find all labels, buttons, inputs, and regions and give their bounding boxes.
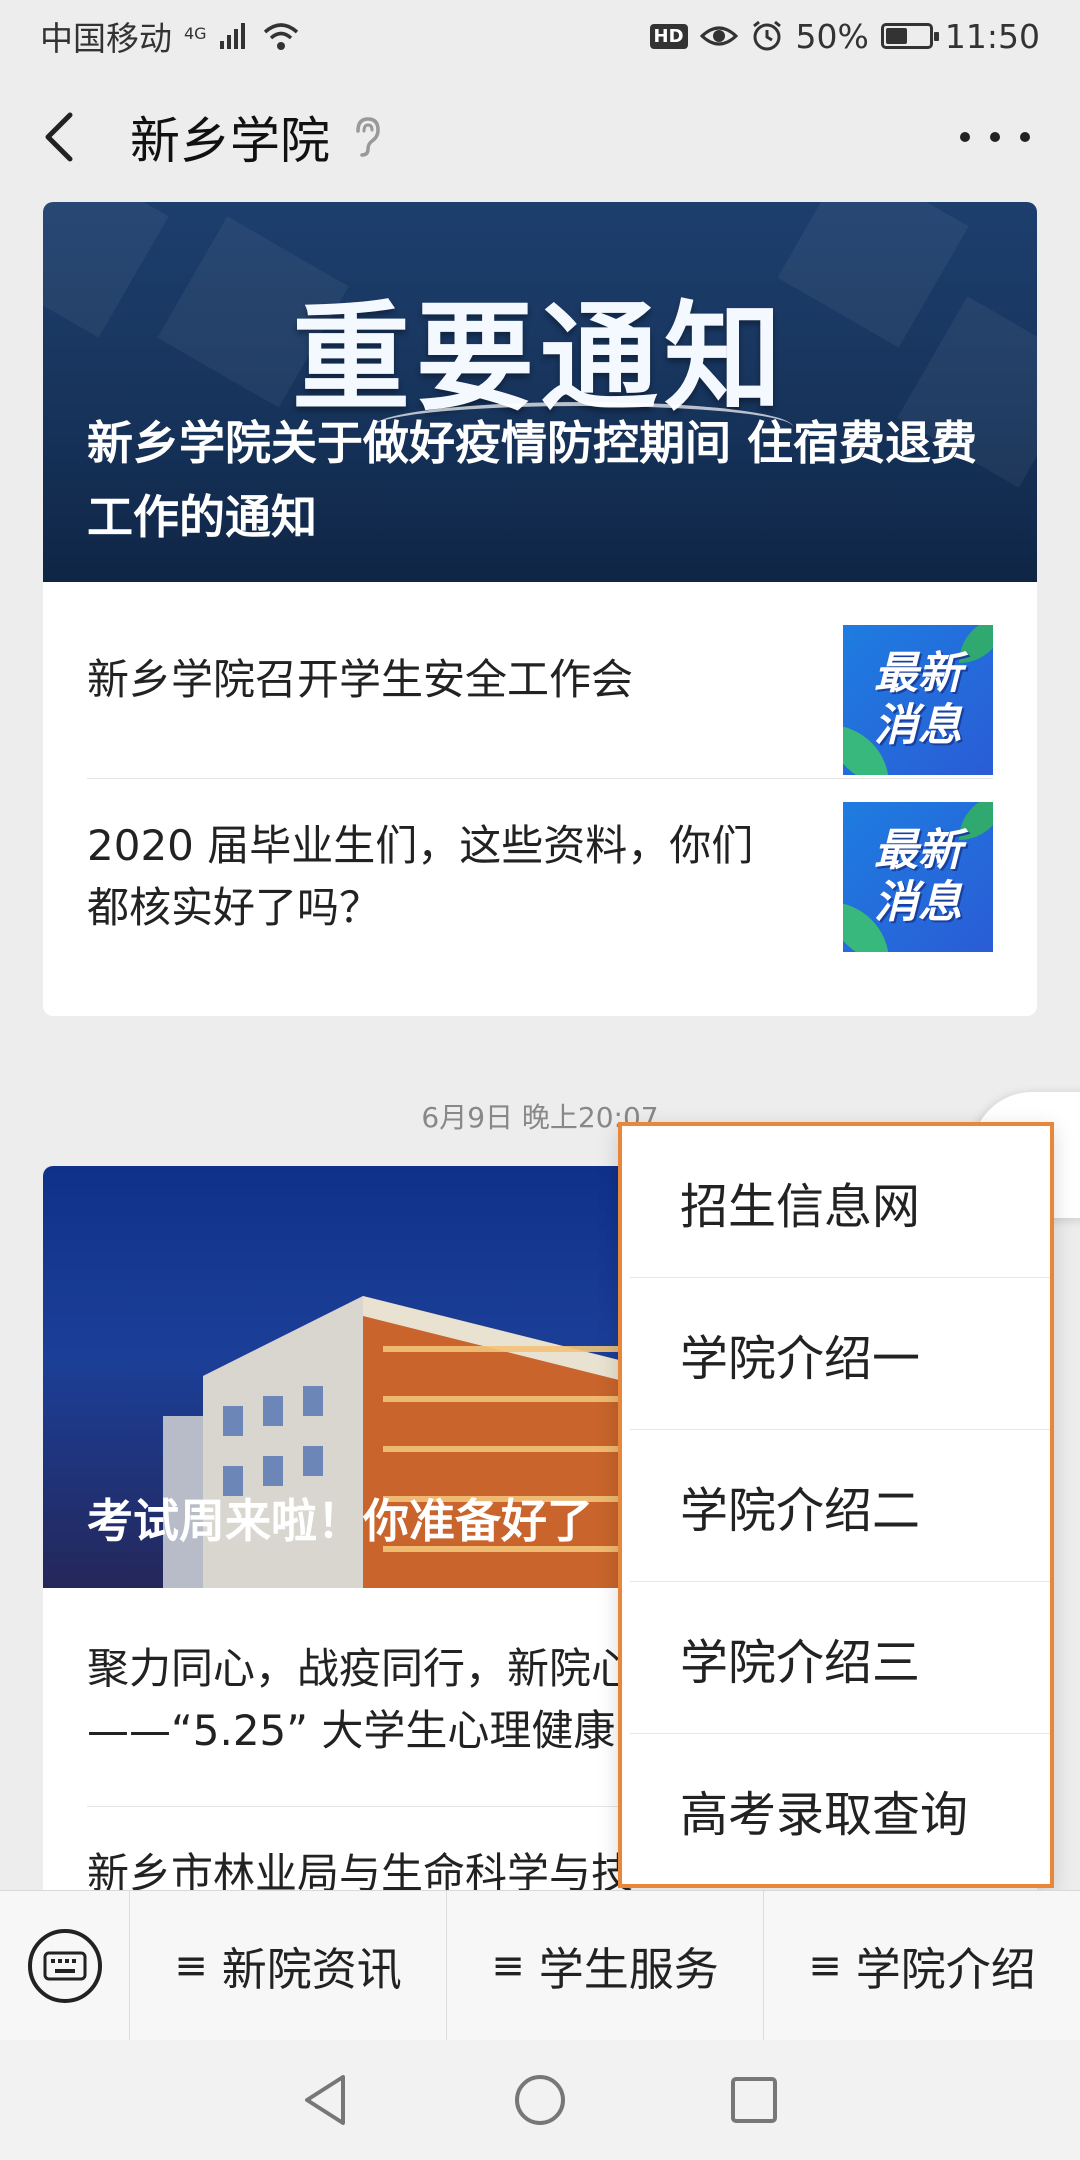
submenu-popup: 招生信息网 学院介绍一 学院介绍二 学院介绍三 高考录取查询: [618, 1122, 1054, 1888]
menu-tab-news[interactable]: ≡ 新院资讯: [130, 1891, 447, 2040]
recents-square-icon[interactable]: [729, 2075, 779, 2125]
eye-icon: [699, 26, 738, 46]
menu-lines-icon: ≡: [174, 1942, 208, 1989]
wifi-icon: [263, 23, 298, 50]
menu-tab-college-intro[interactable]: ≡ 学院介绍: [764, 1891, 1080, 2040]
back-triangle-icon[interactable]: [301, 2073, 351, 2127]
battery-icon: [880, 23, 939, 49]
article-banner[interactable]: 重要通知 新乡学院关于做好疫情防控期间 住宿费退费工作的通知: [43, 202, 1037, 582]
keyboard-icon: [27, 1928, 102, 2003]
article-thumbnail: 最新消息: [843, 802, 993, 952]
system-navigation-bar: [0, 2040, 1080, 2160]
menu-lines-icon: ≡: [808, 1942, 842, 1989]
nav-bar: 新乡学院: [0, 72, 1080, 202]
page-title: 新乡学院: [130, 112, 330, 170]
menu-tab-student-services[interactable]: ≡ 学生服务: [447, 1891, 764, 2040]
list-item[interactable]: 新乡学院召开学生安全工作会 最新消息: [87, 582, 993, 778]
signal-icon: [219, 23, 245, 49]
article-card: 重要通知 新乡学院关于做好疫情防控期间 住宿费退费工作的通知 新乡学院召开学生安…: [43, 202, 1037, 1016]
article-title: 新乡学院召开学生安全工作会: [87, 655, 634, 704]
menu-tab-label: 新院资讯: [221, 1943, 402, 1996]
more-options-icon[interactable]: [960, 112, 1030, 162]
ear-icon[interactable]: [350, 115, 384, 159]
article-thumbnail: 最新消息: [843, 625, 993, 775]
clock: 11:50: [944, 16, 1040, 56]
banner-article-title: 新乡学院关于做好疫情防控期间 住宿费退费工作的通知: [87, 416, 978, 544]
status-right: HD 50% 11:50: [649, 16, 1040, 56]
menu-tab-label: 学生服务: [538, 1943, 719, 1996]
submenu-item[interactable]: 学院介绍三: [630, 1582, 1050, 1734]
submenu-item[interactable]: 学院介绍二: [630, 1430, 1050, 1582]
official-account-menu-bar: ≡ 新院资讯 ≡ 学生服务 ≡ 学院介绍: [0, 1890, 1080, 2041]
list-item[interactable]: 2020 届毕业生们，这些资料，你们都核实好了吗？ 最新消息: [87, 778, 993, 974]
status-bar: 中国移动 4G HD 50% 11:50: [0, 0, 1080, 72]
menu-tab-label: 学院介绍: [855, 1943, 1036, 1996]
hd-badge: HD: [649, 23, 688, 49]
screen: 中国移动 4G HD 50% 11:50 新乡学院 重要通知 新乡学院关于做好疫…: [0, 0, 1080, 2160]
home-circle-icon[interactable]: [513, 2073, 567, 2127]
menu-lines-icon: ≡: [491, 1942, 525, 1989]
status-left: 中国移动 4G: [40, 12, 301, 60]
battery-percent: 50%: [795, 16, 869, 56]
submenu-item[interactable]: 高考录取查询: [630, 1734, 1050, 1886]
thumbnail-text: 最新消息: [874, 648, 962, 751]
article-title: 2020 届毕业生们，这些资料，你们都核实好了吗？: [87, 820, 754, 932]
keyboard-toggle-button[interactable]: [0, 1890, 130, 2041]
thumbnail-text: 最新消息: [874, 825, 962, 928]
submenu-item[interactable]: 招生信息网: [630, 1126, 1050, 1278]
network-type: 4G: [184, 24, 207, 43]
back-icon[interactable]: [30, 107, 90, 167]
submenu-item[interactable]: 学院介绍一: [630, 1278, 1050, 1430]
carrier-label: 中国移动: [40, 19, 172, 58]
alarm-icon: [752, 20, 781, 51]
